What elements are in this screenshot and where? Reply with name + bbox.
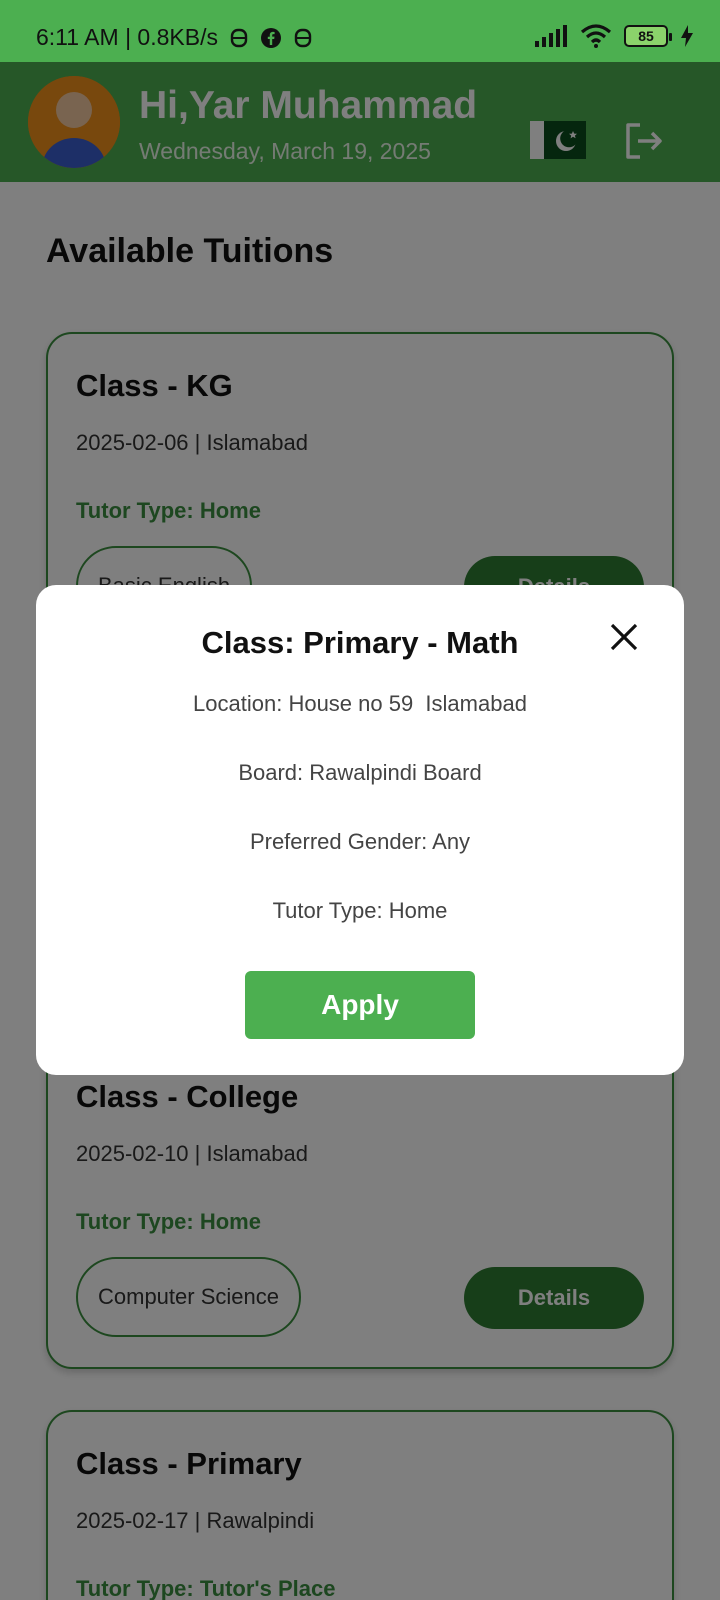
dialog-title: Class: Primary - Math: [201, 625, 519, 660]
close-icon[interactable]: [606, 619, 642, 655]
battery-icon: 85: [624, 25, 672, 47]
status-right: 85: [534, 24, 694, 48]
data-saver-icon: [230, 28, 248, 47]
charging-icon: [681, 25, 693, 47]
dialog-location: Location: House no 59 Islamabad: [193, 691, 527, 716]
apply-button[interactable]: Apply: [245, 971, 475, 1039]
dialog-board: Board: Rawalpindi Board: [238, 760, 482, 785]
tuition-details-dialog: Class: Primary - Math Location: House no…: [36, 585, 684, 1075]
battery-level: 85: [638, 28, 654, 44]
status-bar: 6:11 AM | 0.8KB/s 85: [0, 0, 720, 62]
dialog-tutor-type: Tutor Type: Home: [272, 898, 448, 923]
signal-icon: [535, 25, 567, 47]
status-left: 6:11 AM | 0.8KB/s: [36, 24, 314, 51]
dialog-preferred-gender: Preferred Gender: Any: [249, 829, 471, 854]
status-time-speed: 6:11 AM | 0.8KB/s: [36, 24, 218, 50]
data-saver-icon-2: [294, 28, 312, 47]
wifi-icon: [580, 24, 612, 48]
facebook-icon: [260, 27, 281, 48]
